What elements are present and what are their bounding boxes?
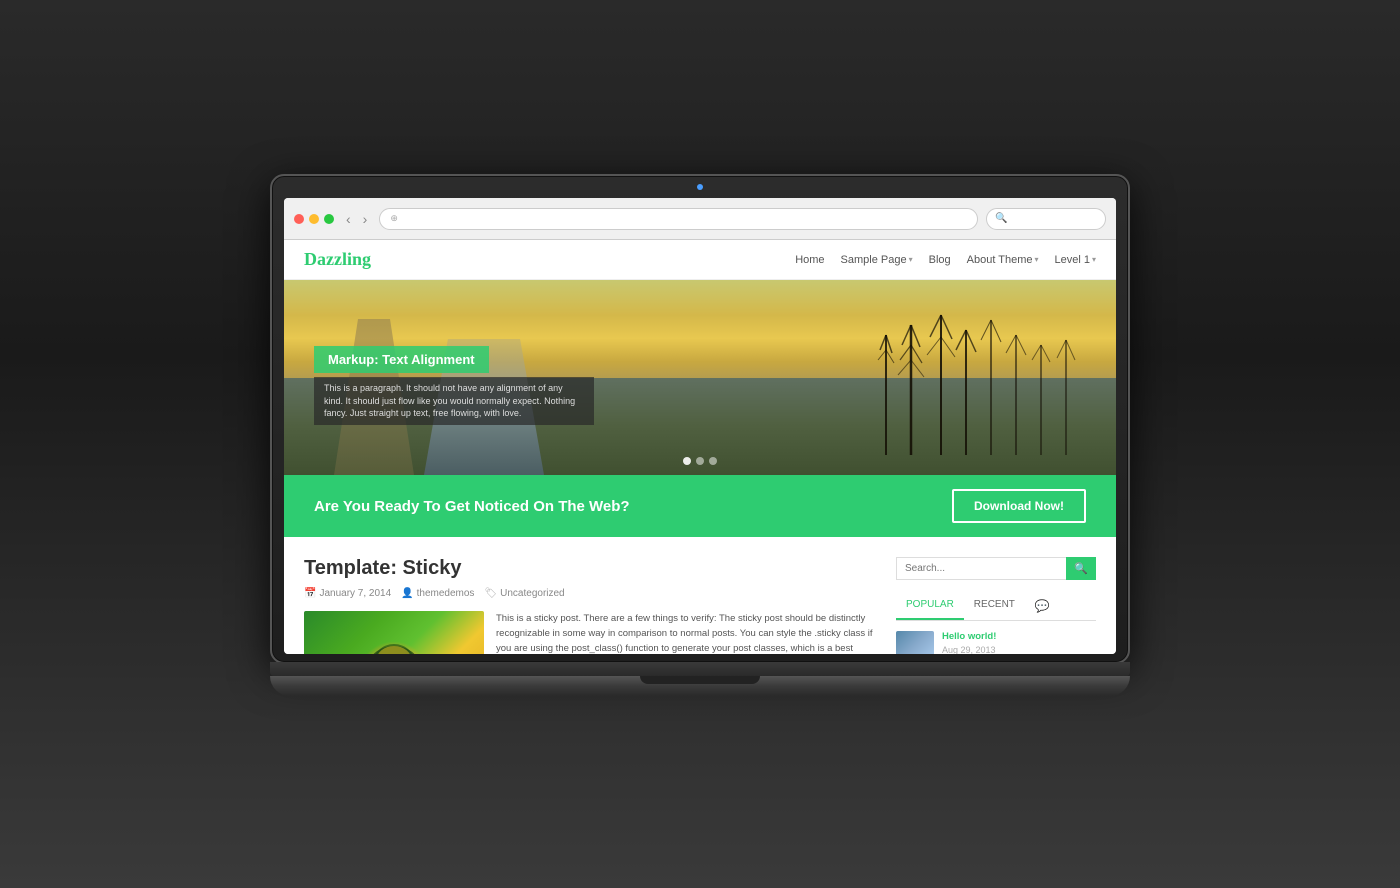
search-icon: 🔍 [995,213,1007,224]
nav-home[interactable]: Home [795,254,824,266]
screen-bezel: ‹ › ⊕ 🔍 Dazzling Home S [270,174,1130,664]
browser-chrome-bar: ‹ › ⊕ 🔍 [284,198,1116,240]
nav-about-theme[interactable]: About Theme ▾ [967,254,1039,266]
laptop-notch [640,676,760,684]
sidebar-post-date-1: Aug 29, 2013 [942,645,1096,654]
slider-dots [683,457,717,465]
laptop-device: ‹ › ⊕ 🔍 Dazzling Home S [270,174,1130,714]
hero-slide-desc: This is a paragraph. It should not have … [314,377,594,425]
search-button[interactable]: 🔍 [1066,557,1096,580]
laptop-base [270,662,1130,714]
slider-dot-3[interactable] [709,457,717,465]
post-meta: 📅 January 7, 2014 👤 themedemos 🏷 Uncateg… [304,588,876,599]
window-controls [294,214,334,224]
nav-sample-page[interactable]: Sample Page ▾ [841,254,913,266]
forward-button[interactable]: › [359,209,372,229]
tab-popular[interactable]: POPULAR [896,594,964,620]
blog-area: Template: Sticky 📅 January 7, 2014 👤 the… [304,557,876,654]
calendar-icon: 📅 [304,588,316,599]
slider-dot-2[interactable] [696,457,704,465]
sidebar-post-info-1: Hello world! Aug 29, 2013 [942,631,1096,654]
close-dot[interactable] [294,214,304,224]
camera-dot [697,184,703,190]
sidebar-post-1: Hello world! Aug 29, 2013 [896,631,1096,654]
nav-links: Home Sample Page ▾ Blog About Theme ▾ Le… [795,254,1096,266]
sidebar-post-thumb-1 [896,631,934,654]
tag-icon: 🏷 [484,588,497,599]
back-button[interactable]: ‹ [342,209,355,229]
sidebar-tabs: POPULAR RECENT 💬 [896,594,1096,621]
browser-window: ‹ › ⊕ 🔍 Dazzling Home S [284,198,1116,654]
user-icon: 👤 [401,588,413,599]
hero-slide-title: Markup: Text Alignment [314,346,489,373]
search-icon: 🔍 [1074,562,1088,575]
hero-text-overlay: Markup: Text Alignment This is a paragra… [314,346,594,425]
post-title[interactable]: Template: Sticky [304,557,876,580]
maximize-dot[interactable] [324,214,334,224]
site-navbar: Dazzling Home Sample Page ▾ Blog About T… [284,240,1116,280]
browser-search[interactable]: 🔍 [986,208,1106,230]
cta-text: Are You Ready To Get Noticed On The Web? [314,498,630,515]
tab-recent[interactable]: RECENT [964,594,1025,620]
site-logo[interactable]: Dazzling [304,249,371,270]
post-excerpt: This is a sticky post. There are a few t… [496,611,876,654]
laptop-bottom [270,676,1130,696]
post-thumbnail [304,611,484,654]
hero-slider: Markup: Text Alignment This is a paragra… [284,280,1116,475]
chevron-down-icon: ▾ [1034,255,1038,264]
sidebar: 🔍 POPULAR RECENT 💬 [896,557,1096,654]
main-content: Template: Sticky 📅 January 7, 2014 👤 the… [284,537,1116,654]
nav-level1[interactable]: Level 1 ▾ [1055,254,1097,266]
post-category: 🏷 Uncategorized [484,588,564,599]
website-content: Dazzling Home Sample Page ▾ Blog About T… [284,240,1116,654]
post-body: This is a sticky post. There are a few t… [304,611,876,654]
sidebar-post-title-1[interactable]: Hello world! [942,631,1096,643]
url-bar[interactable]: ⊕ [379,208,978,230]
post-author: 👤 themedemos [401,588,474,599]
tab-comments[interactable]: 💬 [1025,594,1060,620]
hero-trees [866,295,1076,455]
search-input[interactable] [896,557,1066,580]
post-date: 📅 January 7, 2014 [304,588,391,599]
browser-navigation: ‹ › [342,209,371,229]
minimize-dot[interactable] [309,214,319,224]
cta-banner: Are You Ready To Get Noticed On The Web?… [284,475,1116,537]
search-box: 🔍 [896,557,1096,580]
nav-blog[interactable]: Blog [929,254,951,266]
slider-dot-1[interactable] [683,457,691,465]
laptop-hinge [270,662,1130,676]
url-icon: ⊕ [390,213,398,224]
chevron-down-icon: ▾ [909,255,913,264]
chevron-down-icon: ▾ [1092,255,1096,264]
download-now-button[interactable]: Download Now! [952,489,1086,523]
